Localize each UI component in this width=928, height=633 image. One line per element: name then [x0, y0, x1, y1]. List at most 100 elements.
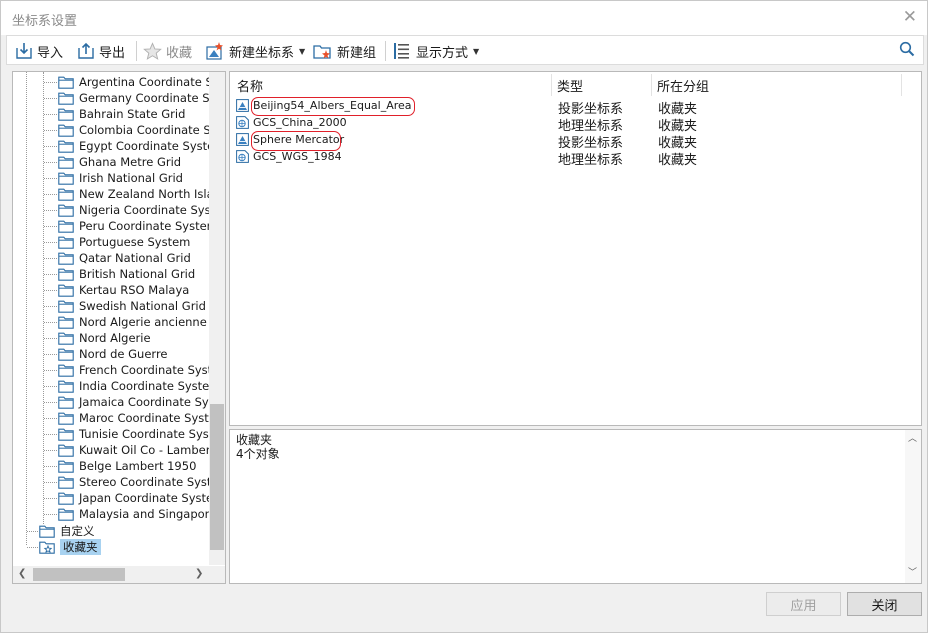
import-button[interactable]: 导入 [15, 40, 66, 62]
folder-icon [58, 236, 74, 249]
tree-connector [44, 194, 57, 195]
chevron-down-icon[interactable]: ▼ [473, 47, 479, 56]
column-divider[interactable] [901, 74, 902, 96]
search-button[interactable] [899, 41, 915, 60]
chevron-down-icon[interactable]: ▼ [299, 47, 305, 56]
scroll-right-icon[interactable]: ❯ [195, 568, 203, 580]
tree-node-label: Irish National Grid [79, 171, 183, 185]
tree-node[interactable]: Tunisie Coordinate Systems [58, 426, 210, 442]
tree-connector [27, 531, 38, 532]
list-item-name: GCS_WGS_1984 [253, 150, 342, 163]
column-divider[interactable] [551, 74, 552, 96]
tree-node[interactable]: Qatar National Grid [58, 250, 191, 266]
tree-node[interactable]: Malaysia and Singapores [58, 506, 210, 522]
scroll-down-icon[interactable]: ﹀ [908, 567, 917, 579]
tree-connector [44, 322, 57, 323]
column-header-type[interactable]: 类型 [557, 76, 583, 95]
tree-node-label: India Coordinate Systems [79, 379, 210, 393]
tree-node[interactable]: Argentina Coordinate Systems [58, 74, 210, 90]
tree-node[interactable]: Portuguese System [58, 234, 190, 250]
tree-node-favorites[interactable]: 收藏夹 [39, 539, 101, 555]
new-coordinate-system-icon [206, 42, 223, 60]
tree-node[interactable]: India Coordinate Systems [58, 378, 210, 394]
toolbar-separator [385, 41, 386, 61]
folder-icon [58, 348, 74, 361]
tree-node[interactable]: Colombia Coordinate Systems [58, 122, 210, 138]
tree-node[interactable]: Nigeria Coordinate Systems [58, 202, 210, 218]
new-coordinate-system-button[interactable]: 新建坐标系 ▼ [205, 40, 305, 62]
column-header-group[interactable]: 所在分组 [657, 76, 709, 95]
tree-node[interactable]: Kertau RSO Malaya [58, 282, 189, 298]
tree-node[interactable]: Nord Algerie ancienne [58, 314, 207, 330]
folder-icon [58, 92, 74, 105]
tree-node[interactable]: Ghana Metre Grid [58, 154, 181, 170]
tree-node[interactable]: Stereo Coordinate Systems [58, 474, 210, 490]
folder-icon [58, 444, 74, 457]
tree-connector [44, 162, 57, 163]
tree-node[interactable]: Japan Coordinate Systems [58, 490, 210, 506]
details-title: 收藏夹 [236, 433, 273, 447]
tree-connector [44, 466, 57, 467]
tree-node[interactable]: British National Grid [58, 266, 195, 282]
folder-icon [39, 525, 55, 538]
new-group-icon [313, 45, 331, 59]
column-divider[interactable] [651, 74, 652, 96]
list-item-name: Beijing54_Albers_Equal_Area [253, 99, 412, 112]
tree-node[interactable]: Nord de Guerre [58, 346, 168, 362]
scroll-up-icon[interactable]: ︿ [908, 433, 917, 445]
tree-connector [44, 98, 57, 99]
folder-icon [58, 172, 74, 185]
tree-node[interactable]: Egypt Coordinate Systems [58, 138, 210, 154]
details-vertical-scrollbar[interactable]: ︿ ﹀ [905, 430, 921, 583]
export-button[interactable]: 导出 [77, 40, 128, 62]
tree-node[interactable]: Swedish National Grid [58, 298, 206, 314]
scroll-left-icon[interactable]: ❮ [18, 568, 26, 580]
tree-node[interactable]: Peru Coordinate Systems [58, 218, 210, 234]
list-item[interactable]: Beijing54_Albers_Equal_Area 投影坐标系 收藏夹 [236, 98, 916, 117]
list-item-name: GCS_China_2000 [253, 116, 347, 129]
coordinate-settings-dialog: 坐标系设置 ✕ 导入 导出 收藏 新建坐标系 ▼ 新建组 显示方式 ▼ Arge… [0, 0, 928, 633]
favorite-button[interactable]: 收藏 [143, 40, 195, 62]
new-group-label: 新建组 [337, 45, 377, 61]
apply-button[interactable]: 应用 [766, 592, 841, 616]
details-text: 收藏夹 4个对象 [236, 433, 280, 461]
tree-node[interactable]: Belge Lambert 1950 [58, 458, 196, 474]
details-panel: 收藏夹 4个对象 ︿ ﹀ [229, 429, 922, 584]
close-button[interactable]: 关闭 [847, 592, 922, 616]
tree-vertical-scroll-thumb[interactable] [210, 404, 224, 550]
tree-node[interactable]: New Zealand North Island [58, 186, 210, 202]
list-item[interactable]: GCS_WGS_1984 地理坐标系 收藏夹 [236, 149, 916, 168]
folder-icon [58, 364, 74, 377]
tree-connector [44, 274, 57, 275]
list-item[interactable]: Sphere Mercator 投影坐标系 收藏夹 [236, 132, 916, 151]
tree-node-label: Nord de Guerre [79, 347, 168, 361]
display-mode-button[interactable]: 显示方式 ▼ [392, 40, 479, 62]
tree-content: Argentina Coordinate Systems Germany Coor… [13, 72, 210, 565]
folder-icon [58, 380, 74, 393]
tree-connector [44, 514, 57, 515]
tree-node-label: Belge Lambert 1950 [79, 459, 197, 473]
tree-node-label: French Coordinate Systems [79, 363, 210, 377]
list-item[interactable]: GCS_China_2000 地理坐标系 收藏夹 [236, 115, 916, 134]
folder-icon [58, 124, 74, 137]
tree-node[interactable]: French Coordinate Systems [58, 362, 210, 378]
folder-icon [58, 396, 74, 409]
tree-vertical-scrollbar[interactable] [209, 72, 225, 565]
close-icon[interactable]: ✕ [903, 7, 917, 27]
tree-connector [44, 306, 57, 307]
tree-node[interactable]: Bahrain State Grid [58, 106, 185, 122]
tree-horizontal-scroll-thumb[interactable] [33, 568, 125, 581]
tree-node[interactable]: Kuwait Oil Co - Lambert [58, 442, 210, 458]
tree-horizontal-scrollbar[interactable]: ❮ ❯ [13, 566, 225, 583]
tree-connector [44, 242, 57, 243]
tree-node[interactable]: Germany Coordinate Systems [58, 90, 210, 106]
tree-node[interactable]: Nord Algerie [58, 330, 151, 346]
import-label: 导入 [37, 45, 64, 61]
display-mode-label: 显示方式 [416, 45, 469, 61]
tree-node[interactable]: Irish National Grid [58, 170, 183, 186]
tree-node[interactable]: Maroc Coordinate Systems [58, 410, 210, 426]
tree-node[interactable]: Jamaica Coordinate Systems [58, 394, 210, 410]
column-header-name[interactable]: 名称 [237, 76, 263, 95]
tree-node-custom[interactable]: 自定义 [39, 523, 95, 539]
new-group-button[interactable]: 新建组 [313, 40, 379, 62]
